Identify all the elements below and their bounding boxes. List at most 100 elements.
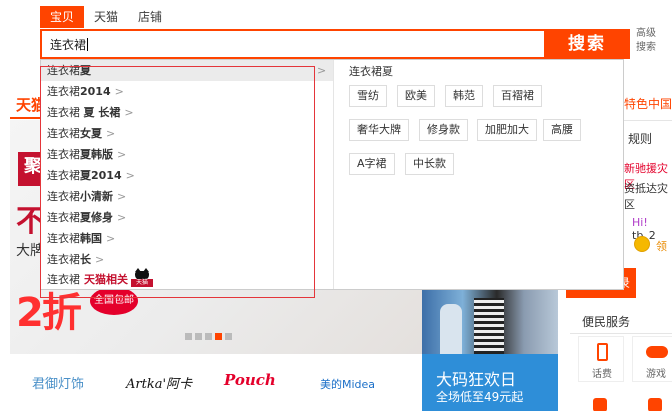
- suggestion-item[interactable]: 连衣裙夏修身 >: [41, 207, 333, 228]
- featured-china-link[interactable]: 特色中国: [624, 95, 672, 112]
- phone-icon: [597, 343, 608, 361]
- carousel-dot-active[interactable]: [215, 333, 222, 340]
- suggestion-prefix: 连衣裙: [47, 106, 84, 119]
- tmall-related-label: 天猫相关: [84, 273, 128, 286]
- brand-link-artka[interactable]: Artka'阿卡: [126, 373, 192, 392]
- greeting-text: Hi!: [632, 216, 648, 229]
- attribute-tag[interactable]: 中长款: [405, 153, 454, 175]
- attribute-tag[interactable]: A字裙: [349, 153, 395, 175]
- suggestion-keyword: 长: [80, 253, 91, 266]
- chevron-right-icon: >: [117, 211, 127, 224]
- chevron-right-icon: >: [106, 127, 116, 140]
- suggestion-keyword: 小清新: [80, 190, 113, 203]
- suggestion-item[interactable]: 连衣裙 夏 长裙 >: [41, 102, 333, 123]
- promo-subtitle: 全场低至49元起: [436, 390, 524, 404]
- attribute-tag[interactable]: 欧美: [397, 85, 435, 107]
- query-value: 连衣裙: [50, 38, 87, 52]
- chevron-right-icon: >: [114, 85, 124, 98]
- attribute-tag[interactable]: 百褶裙: [493, 85, 542, 107]
- tab-tmall[interactable]: 天猫: [84, 6, 128, 28]
- suggestion-item[interactable]: 连衣裙长 >: [41, 249, 333, 270]
- tile-label: 游戏: [646, 369, 666, 380]
- attribute-tag[interactable]: 韩范: [445, 85, 483, 107]
- brand-link-pouch[interactable]: Pouch: [224, 371, 276, 389]
- suggestion-item[interactable]: 连衣裙夏韩版 >: [41, 144, 333, 165]
- brand-link-midea[interactable]: 美的Midea: [320, 376, 375, 392]
- attribute-tag[interactable]: 奢华大牌: [349, 119, 409, 141]
- chevron-right-icon: >: [106, 232, 116, 245]
- carousel-dots[interactable]: [185, 333, 232, 340]
- suggestion-prefix: 连衣裙: [47, 169, 80, 182]
- text-caret: [87, 38, 89, 51]
- suggestion-keyword: 2014: [80, 85, 111, 98]
- chevron-right-icon: >: [317, 64, 327, 77]
- promo-title: 大码狂欢日: [436, 370, 517, 389]
- suggestion-prefix: 连衣裙: [47, 273, 80, 286]
- suggestion-prefix: 连衣裙: [47, 127, 80, 140]
- search-query-text: 连衣裙: [50, 36, 89, 53]
- tile-label: 话费: [592, 369, 612, 380]
- tmall-tag: 天猫: [131, 279, 153, 287]
- suggestion-prefix: 连衣裙: [47, 211, 80, 224]
- suggestion-keyword: 夏韩版: [80, 148, 113, 161]
- model-photo[interactable]: [422, 290, 558, 354]
- advanced-label: 高级: [636, 28, 656, 39]
- search-suggestion-dropdown: 连衣裙夏 > 连衣裙2014 > 连衣裙 夏 长裙 > 连衣裙女夏 > 连衣裙夏韩版 > …: [40, 59, 624, 290]
- chevron-right-icon: >: [124, 106, 134, 119]
- chevron-right-icon: >: [117, 148, 127, 161]
- advanced-label: 搜索: [636, 42, 656, 53]
- attribute-tag[interactable]: 雪纺: [349, 85, 387, 107]
- tab-items[interactable]: 宝贝: [40, 6, 85, 28]
- attribute-tag[interactable]: 加肥加大: [477, 119, 537, 141]
- suggestion-prefix: 连衣裙: [47, 190, 80, 203]
- suggestion-prefix: 连衣裙: [47, 148, 80, 161]
- gamepad-icon: [646, 346, 668, 358]
- suggestion-prefix: 连衣裙: [47, 64, 80, 77]
- suggestion-keyword: 夏2014: [80, 169, 122, 182]
- tab-shops[interactable]: 店铺: [128, 6, 172, 28]
- attribute-tag[interactable]: 高腰: [543, 119, 581, 141]
- chevron-right-icon: >: [117, 190, 127, 203]
- search-button[interactable]: 搜索: [544, 29, 630, 59]
- suggestion-item-tmall[interactable]: 连衣裙 天猫相关 天猫: [41, 268, 333, 290]
- suggestion-keyword: 夏 长裙: [83, 106, 121, 119]
- brand-link-junyu[interactable]: 君御灯饰: [32, 373, 84, 392]
- phone-topup-tile[interactable]: 话费: [578, 336, 624, 382]
- claim-link[interactable]: 领: [656, 238, 667, 254]
- chevron-right-icon: >: [95, 253, 105, 266]
- suggestion-item[interactable]: 连衣裙2014 >: [41, 81, 333, 102]
- plus-size-promo[interactable]: 大码狂欢日 全场低至49元起: [422, 354, 558, 411]
- carousel-dot[interactable]: [185, 333, 192, 340]
- suggestion-keyword: 韩国: [80, 232, 102, 245]
- suggestion-keyword: 女夏: [80, 127, 102, 140]
- chevron-right-icon: >: [125, 169, 135, 182]
- search-input[interactable]: 连衣裙: [40, 29, 544, 59]
- attribute-tag[interactable]: 修身款: [419, 119, 468, 141]
- rules-tab[interactable]: 规则: [628, 130, 652, 147]
- suggestion-item[interactable]: 连衣裙女夏 >: [41, 123, 333, 144]
- search-type-tabs: 宝贝 天猫 店铺: [40, 6, 172, 28]
- carousel-dot[interactable]: [205, 333, 212, 340]
- suggestion-item[interactable]: 连衣裙韩国 >: [41, 228, 333, 249]
- divider: [570, 333, 672, 334]
- suggestion-prefix: 连衣裙: [47, 253, 80, 266]
- suggestion-item[interactable]: 连衣裙夏2014 >: [41, 165, 333, 186]
- games-tile[interactable]: 游戏: [632, 336, 672, 382]
- carousel-dot[interactable]: [225, 333, 232, 340]
- service-icon[interactable]: [648, 398, 662, 411]
- suggestion-prefix: 连衣裙: [47, 232, 80, 245]
- tmall-cat-icon: 天猫: [131, 268, 153, 287]
- service-icon[interactable]: [593, 398, 607, 411]
- suggestion-list: 连衣裙夏 > 连衣裙2014 > 连衣裙 夏 长裙 > 连衣裙女夏 > 连衣裙夏韩版 > …: [41, 60, 334, 289]
- coin-icon: [634, 236, 650, 252]
- suggestion-item[interactable]: 连衣裙夏 >: [41, 60, 333, 81]
- convenience-services-title: 便民服务: [582, 315, 631, 329]
- suggestion-keyword: 夏修身: [80, 211, 113, 224]
- panel-title: 连衣裙夏: [349, 65, 393, 78]
- suggestion-item[interactable]: 连衣裙小清新 >: [41, 186, 333, 207]
- carousel-dot[interactable]: [195, 333, 202, 340]
- free-shipping-badge: 全国包邮: [90, 287, 138, 315]
- suggestion-attribute-panel: 连衣裙夏 雪纺 欧美 韩范 百褶裙 奢华大牌 修身款 加肥加大 高腰 A字裙 中…: [341, 60, 623, 289]
- news-link[interactable]: 资抵达灾区: [624, 180, 672, 212]
- advanced-search-link[interactable]: 高级 搜索: [636, 27, 666, 55]
